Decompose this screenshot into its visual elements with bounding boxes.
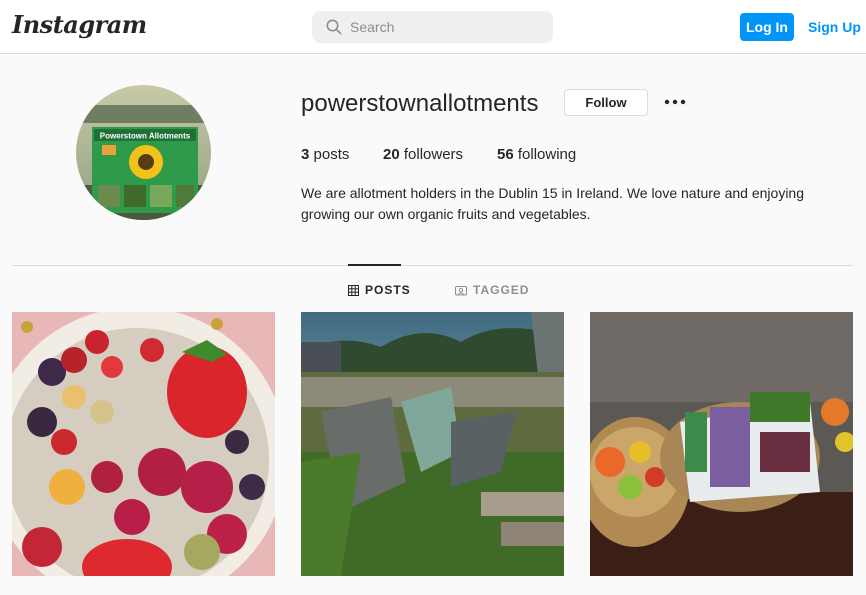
more-options-button[interactable] (662, 92, 688, 112)
avatar-sign-text: Powerstown Allotments (100, 132, 191, 141)
top-nav: Instagram Log In Sign Up (0, 0, 866, 54)
posts-count: 3 (301, 146, 310, 163)
search-icon (326, 19, 342, 35)
posts-label: posts (313, 146, 350, 163)
profile-username: powerstownallotments (301, 90, 539, 117)
post-thumbnail-berries[interactable] (12, 312, 275, 576)
follow-button[interactable]: Follow (564, 89, 648, 116)
more-options-icon (664, 99, 686, 105)
tab-tagged[interactable]: TAGGED (455, 283, 529, 297)
followers-label: followers (403, 146, 464, 163)
tab-posts[interactable]: POSTS (348, 283, 411, 297)
sign-up-link[interactable]: Sign Up (808, 19, 861, 35)
tab-tagged-label: TAGGED (473, 283, 530, 297)
post-thumbnail-vegetables[interactable] (590, 312, 853, 576)
search-box[interactable] (312, 11, 553, 43)
profile-bio: We are allotment holders in the Dublin 1… (301, 185, 805, 222)
followers-count: 20 (383, 146, 400, 163)
following-label: following (517, 146, 577, 163)
instagram-logo[interactable]: Instagram (12, 10, 147, 39)
post-thumbnail-wheelbarrows[interactable] (301, 312, 564, 576)
log-in-button[interactable]: Log In (740, 13, 794, 41)
search-input[interactable] (350, 11, 545, 43)
following-stat[interactable]: 56 following (497, 146, 576, 163)
tabs-divider (12, 265, 853, 266)
grid-icon (348, 284, 359, 296)
tagged-icon (455, 285, 467, 295)
followers-stat[interactable]: 20 followers (383, 146, 463, 163)
tab-posts-label: POSTS (365, 283, 411, 297)
posts-stat: 3 posts (301, 146, 349, 163)
profile-avatar[interactable]: Powerstown Allotments (76, 85, 211, 220)
following-count: 56 (497, 146, 514, 163)
active-tab-indicator (348, 264, 401, 266)
